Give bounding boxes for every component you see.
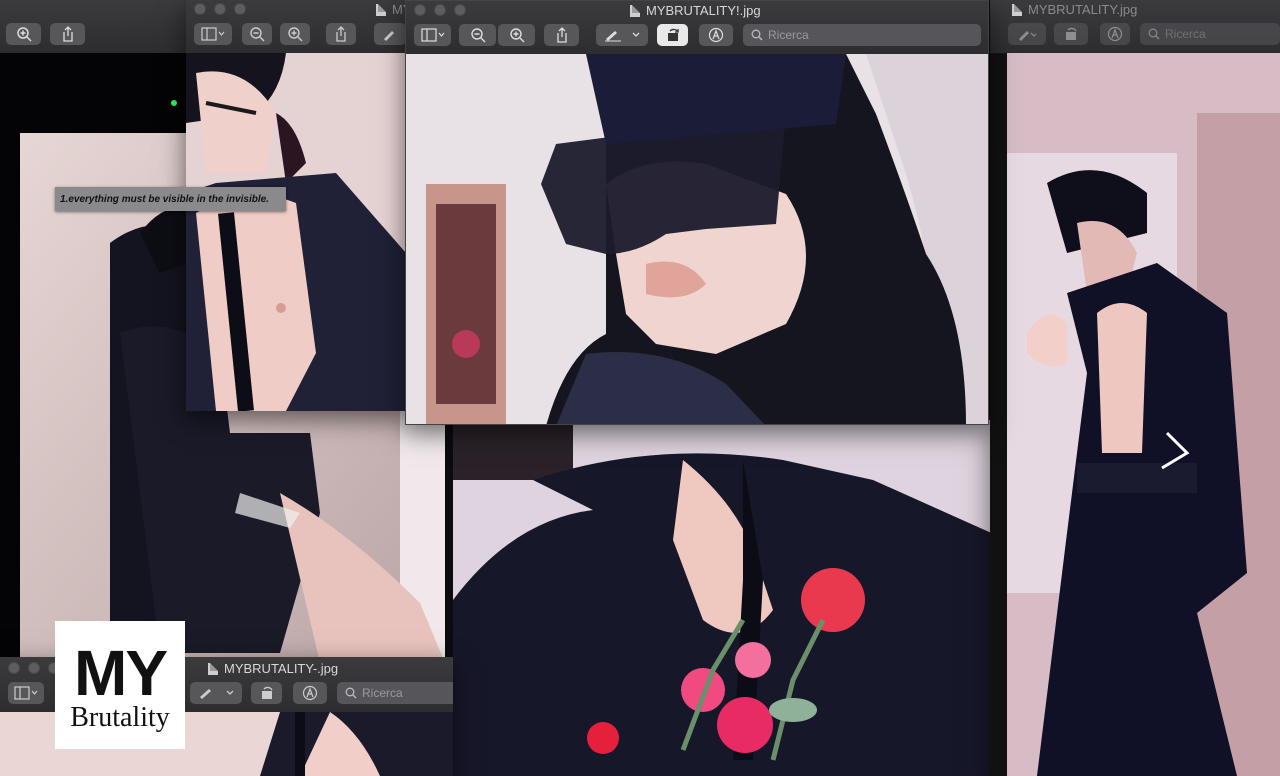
window-title: MYBRUTALITY-.jpg: [208, 661, 338, 676]
search-placeholder: Ricerca: [768, 28, 809, 42]
markup-icon: [200, 689, 234, 699]
zoom-button[interactable]: [454, 4, 466, 16]
rotate-icon: [261, 686, 273, 699]
document-icon: [208, 662, 218, 675]
window-controls: [8, 662, 60, 674]
window-title: MYBRUTALITY!.jpg: [630, 3, 761, 18]
markup-icon: [1019, 31, 1037, 41]
toolbar: MYBRUTALITY!.jpg Ricerca: [406, 1, 988, 55]
photo-front-sunglasses: [406, 54, 988, 424]
annotate-icon: [1107, 26, 1123, 42]
annotate-button[interactable]: [293, 682, 327, 704]
logo-line2: Brutality: [70, 702, 170, 733]
markup-icon: [605, 31, 640, 42]
sidebar-button[interactable]: [414, 24, 451, 46]
rotate-button[interactable]: [251, 682, 282, 704]
rotate-icon: [1066, 27, 1077, 40]
markup-button[interactable]: [596, 24, 648, 46]
toolbar: [0, 0, 200, 54]
document-icon: [630, 4, 640, 17]
search-icon: [345, 687, 357, 699]
sidebar-icon: [14, 686, 38, 700]
rotate-button[interactable]: [657, 24, 688, 46]
annotate-button[interactable]: [699, 24, 733, 46]
toolbar: MY: [186, 0, 406, 54]
photo-right-figure: [1007, 53, 1280, 776]
sidebar-button[interactable]: [194, 23, 232, 45]
rotate-icon: [667, 28, 679, 41]
zoom-in-button[interactable]: [280, 23, 310, 45]
window-title-text: MYBRUTALITY!.jpg: [646, 3, 761, 18]
share-button[interactable]: [50, 23, 85, 45]
minimize-button[interactable]: [214, 3, 226, 15]
markup-button[interactable]: [1008, 23, 1046, 45]
share-button[interactable]: [544, 24, 579, 46]
annotate-icon: [708, 27, 724, 43]
zoom-out-button[interactable]: [459, 24, 496, 46]
zoom-out-icon: [250, 27, 265, 42]
share-icon: [556, 27, 567, 43]
search-icon: [1148, 28, 1160, 40]
window-title-text: MY: [392, 2, 406, 17]
markup-button[interactable]: [190, 682, 242, 704]
window-title-text: MYBRUTALITY.jpg: [1028, 2, 1138, 17]
close-button[interactable]: [8, 662, 20, 674]
window-controls: [194, 3, 246, 15]
preview-window-right[interactable]: MYBRUTALITY.jpg Ricerca: [990, 0, 1280, 776]
share-icon: [62, 26, 73, 42]
zoom-out-icon: [470, 28, 485, 43]
zoom-button[interactable]: [234, 3, 246, 15]
sidebar-icon: [420, 28, 444, 42]
close-button[interactable]: [414, 4, 426, 16]
markup-button[interactable]: [374, 23, 406, 45]
document-icon: [376, 3, 386, 16]
search-icon: [751, 29, 763, 41]
markup-icon: [384, 31, 394, 41]
search-placeholder: Ricerca: [362, 686, 403, 700]
search-field[interactable]: Ricerca: [337, 682, 453, 704]
photo-left-torso: [186, 53, 406, 411]
search-placeholder: Ricerca: [1165, 27, 1206, 41]
search-field[interactable]: Ricerca: [1140, 23, 1280, 45]
zoom-in-icon: [509, 28, 524, 43]
window-title-text: MYBRUTALITY-.jpg: [224, 661, 339, 676]
document-icon: [1012, 3, 1022, 16]
zoom-in-button[interactable]: [498, 24, 535, 46]
search-field[interactable]: Ricerca: [743, 24, 981, 46]
minimize-button[interactable]: [434, 4, 446, 16]
share-icon: [336, 26, 346, 42]
minimize-button[interactable]: [28, 662, 40, 674]
brand-logo: MY Brutality: [55, 621, 185, 749]
close-button[interactable]: [194, 3, 206, 15]
caption-label: 1.everything must be visible in the invi…: [55, 187, 286, 211]
window-title: MY: [376, 2, 406, 17]
annotate-button[interactable]: [1100, 23, 1130, 45]
preview-window-front[interactable]: MYBRUTALITY!.jpg Ricerca: [405, 0, 989, 425]
annotate-icon: [302, 685, 318, 701]
window-title: MYBRUTALITY.jpg: [1012, 2, 1137, 17]
zoom-in-icon: [16, 27, 32, 42]
sidebar-button[interactable]: [8, 682, 44, 704]
zoom-out-button[interactable]: [242, 23, 272, 45]
toolbar: MYBRUTALITY.jpg Ricerca: [990, 0, 1280, 54]
window-controls: [414, 4, 466, 16]
photo-center-roses: [453, 420, 1007, 776]
sidebar-icon: [201, 27, 225, 41]
logo-line1: MY: [74, 637, 168, 709]
zoom-in-button[interactable]: [6, 23, 41, 45]
share-button[interactable]: [326, 23, 356, 45]
zoom-in-icon: [288, 27, 303, 42]
rotate-button[interactable]: [1054, 23, 1088, 45]
